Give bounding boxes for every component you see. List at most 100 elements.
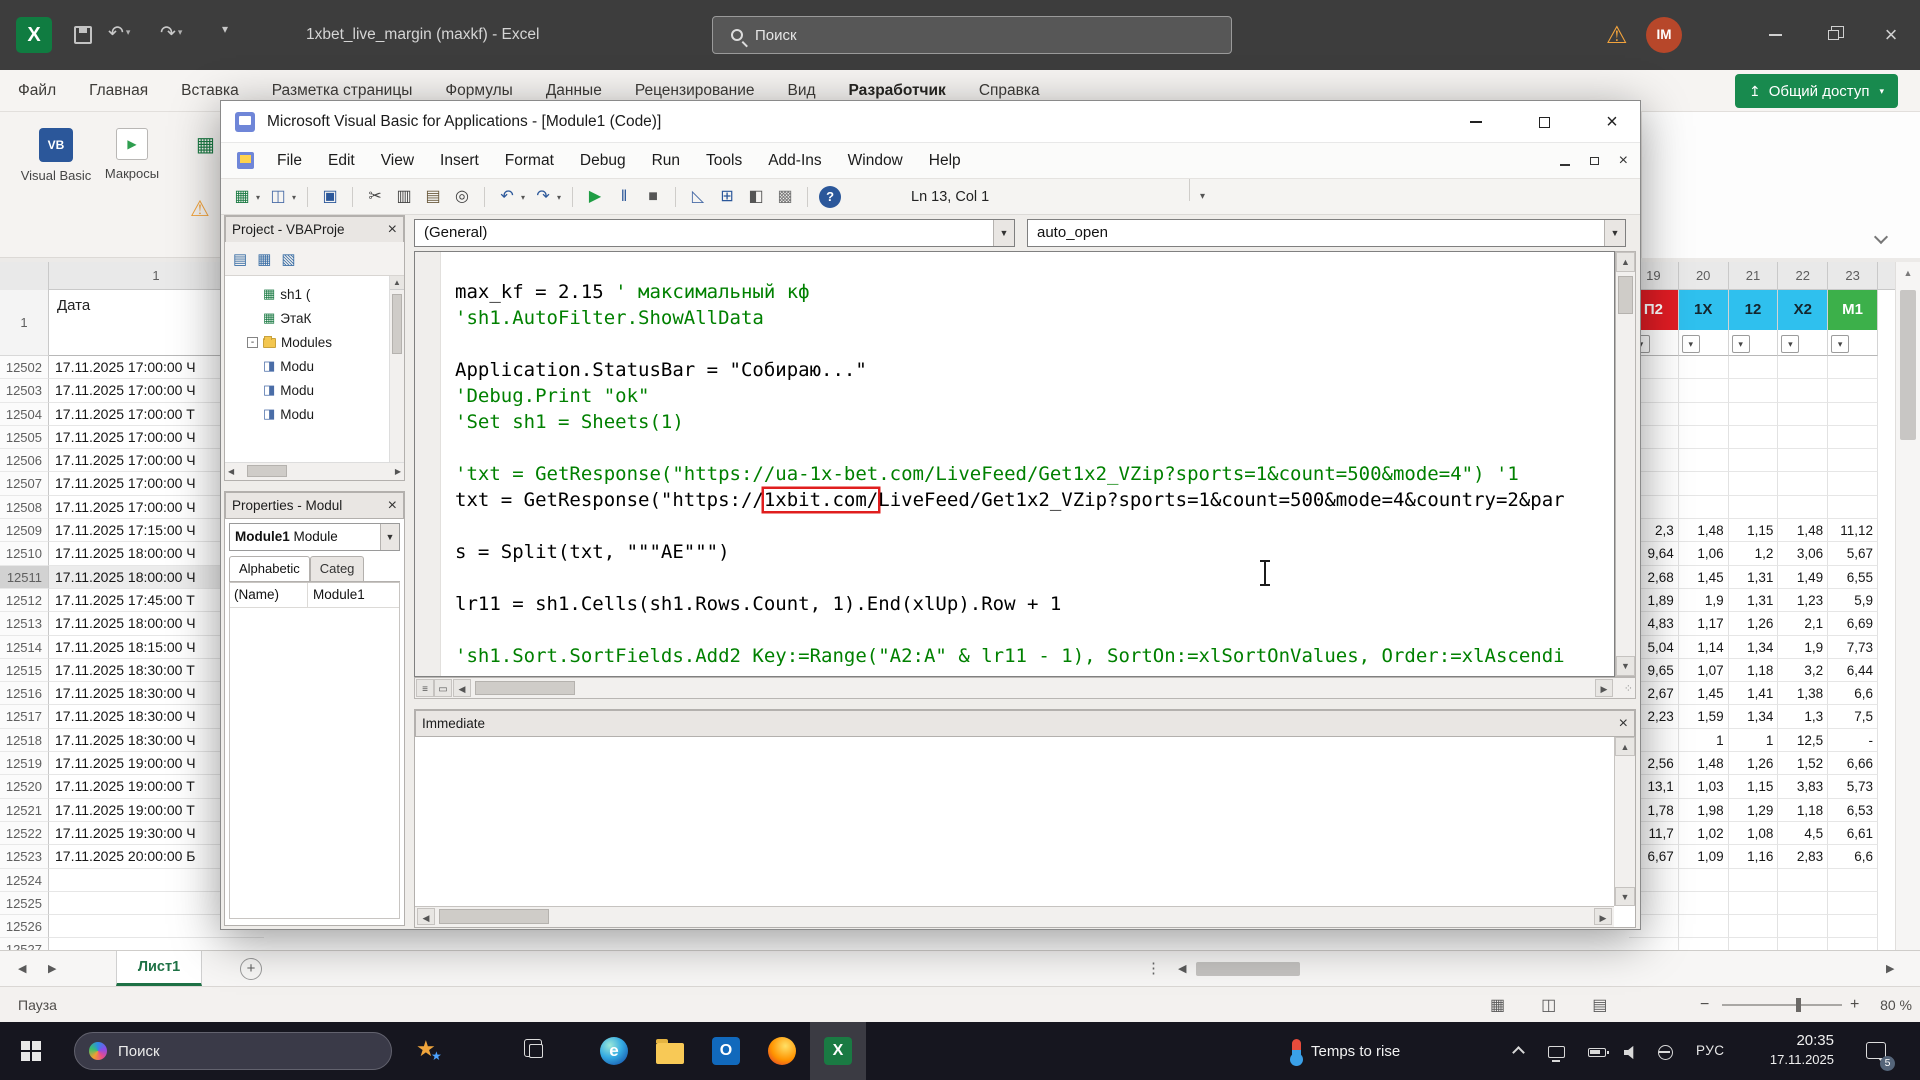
view-object-icon[interactable]: ▦ <box>257 250 271 268</box>
row-header[interactable]: 12519 <box>0 752 49 776</box>
row-header[interactable]: 12514 <box>0 635 49 659</box>
code-line[interactable]: 'Set sh1 = Sheets(1) <box>455 409 1614 435</box>
scrollbar-thumb[interactable] <box>439 909 549 924</box>
grid-cell[interactable] <box>1729 938 1779 950</box>
menu-run[interactable]: Run <box>652 152 680 170</box>
taskbar-app-excel[interactable]: X <box>810 1022 866 1080</box>
grid-cell[interactable] <box>1828 449 1878 473</box>
code-line[interactable]: lr11 = sh1.Cells(sh1.Rows.Count, 1).End(… <box>455 591 1614 617</box>
grid-cell[interactable] <box>1778 915 1829 939</box>
row-header[interactable]: 12524 <box>0 868 49 892</box>
taskbar-app-outlook[interactable]: O <box>698 1022 754 1080</box>
row-header[interactable]: 12518 <box>0 728 49 753</box>
grid-cell[interactable]: 1,2 <box>1728 542 1779 566</box>
grid-cell[interactable] <box>1828 425 1878 450</box>
code-margin-strip[interactable] <box>415 252 441 676</box>
scroll-up-icon[interactable]: ▲ <box>1616 252 1635 272</box>
restore-button[interactable] <box>1804 0 1862 70</box>
grid-cell[interactable] <box>1778 495 1829 520</box>
scrollbar-thumb[interactable] <box>1618 276 1633 314</box>
chevron-down-icon[interactable]: ▼ <box>1604 220 1625 246</box>
grid-cell[interactable] <box>1778 379 1829 403</box>
grid-cell[interactable]: 3,06 <box>1778 542 1829 566</box>
find-icon[interactable]: ◎ <box>451 186 473 208</box>
zoom-slider-thumb[interactable] <box>1796 998 1801 1012</box>
grid-cell[interactable]: 2,1 <box>1778 612 1829 636</box>
grid-cell[interactable] <box>1778 425 1829 450</box>
grid-cell[interactable] <box>1678 915 1729 939</box>
grid-cell[interactable] <box>1828 891 1878 916</box>
code-line[interactable] <box>455 565 1614 591</box>
module-window-icon[interactable] <box>237 152 254 169</box>
scroll-up-icon[interactable]: ▲ <box>1896 262 1920 284</box>
scroll-left-icon[interactable]: ◀ <box>417 908 435 925</box>
immediate-vscrollbar[interactable]: ▲ ▼ <box>1614 737 1635 906</box>
ribbon-tab-7[interactable]: Вид <box>788 82 816 100</box>
grid-cell[interactable]: 1 <box>1678 728 1729 753</box>
tree-item[interactable]: ▦ sh1 ( <box>225 282 389 306</box>
grid-cell[interactable]: 1,07 <box>1678 658 1729 683</box>
view-code-icon[interactable]: ▤ <box>233 250 247 268</box>
row-header[interactable]: 12505 <box>0 425 49 450</box>
collapse-box[interactable]: - <box>247 336 258 348</box>
grid-cell[interactable]: 1,3 <box>1778 705 1829 729</box>
menu-tools[interactable]: Tools <box>706 152 742 170</box>
scrollbar-thumb[interactable] <box>1900 290 1916 440</box>
taskbar-app-folder[interactable] <box>642 1022 698 1080</box>
grid-cell[interactable]: 1,31 <box>1728 588 1779 613</box>
tray-expand-icon[interactable] <box>1512 1046 1525 1059</box>
menu-view[interactable]: View <box>381 152 414 170</box>
grid-cell[interactable]: 1,34 <box>1728 635 1779 659</box>
code-line[interactable] <box>455 435 1614 461</box>
toolbox-icon[interactable]: ▩ <box>774 186 796 208</box>
properties-window-icon[interactable]: ◧ <box>745 186 767 208</box>
row-header[interactable]: 12521 <box>0 798 49 822</box>
grid-cell[interactable]: 1,59 <box>1678 705 1729 729</box>
property-value[interactable]: Module1 <box>308 583 399 607</box>
hscroll-right-icon[interactable]: ▶ <box>1886 951 1894 987</box>
scrollbar-thumb[interactable] <box>392 294 402 354</box>
grid-cell[interactable]: 11,12 <box>1828 519 1878 543</box>
help-icon[interactable]: ? <box>819 186 842 208</box>
code-line[interactable]: max_kf = 2.15 ' максимальный кф <box>455 279 1614 305</box>
grid-cell[interactable] <box>1828 379 1878 403</box>
run-icon[interactable]: ▶ <box>584 186 606 208</box>
grid-cell[interactable]: 6,6 <box>1828 682 1878 706</box>
scroll-right-icon[interactable]: ▶ <box>1594 908 1612 925</box>
grid-cell[interactable]: 3,2 <box>1778 658 1829 683</box>
grid-cell[interactable]: 5,9 <box>1828 588 1878 613</box>
ribbon-tab-8[interactable]: Разработчик <box>849 82 946 100</box>
sheet-tab[interactable]: Лист1 <box>116 951 202 986</box>
row-header[interactable]: 12507 <box>0 472 49 496</box>
immediate-window[interactable]: Immediate × ▲ ▼ ◀ ▶ <box>414 709 1636 928</box>
row-header[interactable]: 12508 <box>0 495 49 520</box>
grid-cell[interactable]: 7,5 <box>1828 705 1878 729</box>
grid-cell[interactable]: 1,49 <box>1778 565 1829 589</box>
warning-icon[interactable]: ⚠ <box>1606 21 1628 50</box>
grid-cell[interactable]: 6,61 <box>1828 821 1878 846</box>
vba-close-button[interactable]: × <box>1589 101 1635 143</box>
grid-cell[interactable] <box>1678 495 1729 520</box>
grid-cell[interactable]: 1,38 <box>1778 682 1829 706</box>
scroll-left-icon[interactable]: ◀ <box>453 679 471 697</box>
grid-cell[interactable]: 1,08 <box>1728 821 1779 846</box>
more-options-icon[interactable]: ⋮ <box>1146 951 1161 987</box>
code-line[interactable]: Application.StatusBar = "Собираю..." <box>455 357 1614 383</box>
design-mode-icon[interactable]: ◺ <box>687 186 709 208</box>
table-icon[interactable]: ▦ <box>196 132 215 157</box>
select-all-corner[interactable] <box>0 262 49 290</box>
ribbon-tab-9[interactable]: Справка <box>979 82 1040 100</box>
row-header[interactable]: 12527 <box>0 938 49 950</box>
weather-widget[interactable]: Temps to rise <box>1290 1022 1400 1080</box>
grid-cell[interactable]: 1,31 <box>1728 565 1779 589</box>
sheet-nav-left-icon[interactable]: ◀ <box>18 951 26 987</box>
scroll-left-icon[interactable]: ◀ <box>228 467 234 476</box>
tree-item[interactable]: - Modules <box>225 330 389 354</box>
grid-cell[interactable] <box>1728 891 1779 916</box>
grid-cell[interactable]: 6,66 <box>1828 752 1878 776</box>
column-header[interactable]: 21 <box>1729 262 1779 290</box>
grid-cell[interactable] <box>1778 891 1829 916</box>
row-header[interactable]: 12509 <box>0 519 49 543</box>
chevron-down-icon[interactable]: ▼ <box>993 220 1014 246</box>
grid-cell[interactable]: 1,45 <box>1678 565 1729 589</box>
